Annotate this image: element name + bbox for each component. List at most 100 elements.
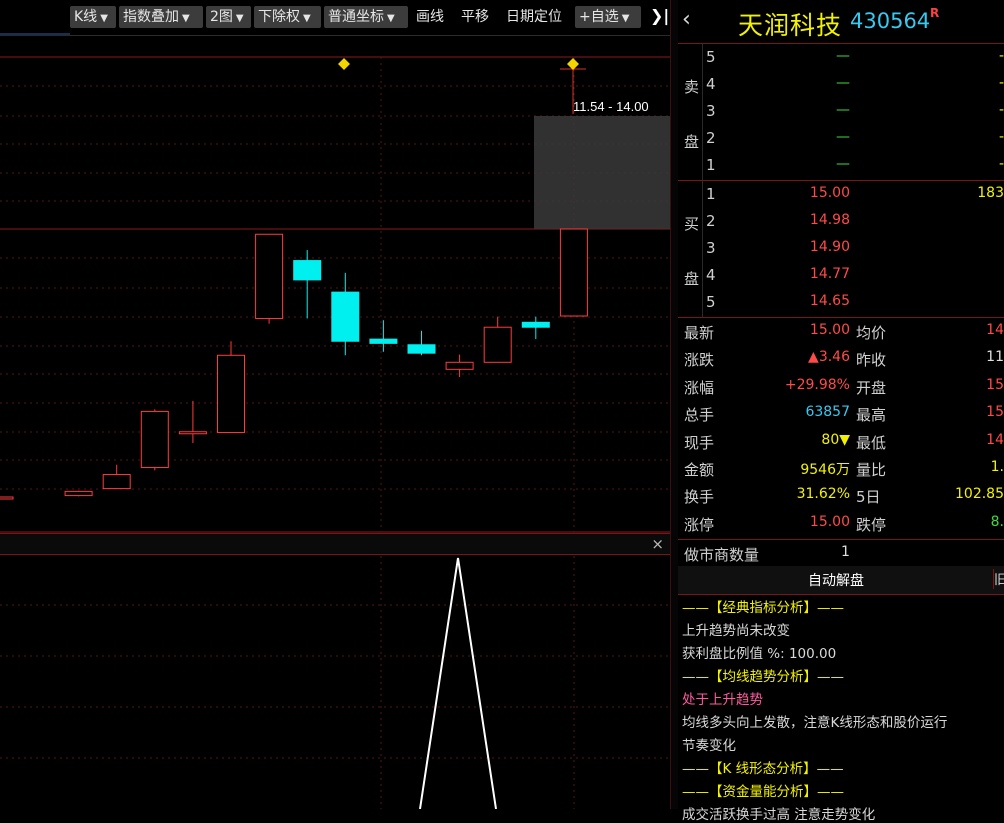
chevron-down-icon: ▼ [621, 13, 630, 24]
quote-label: 均价 [856, 324, 887, 342]
quote-value: 80▼ [821, 431, 850, 448]
quote-value: 14 [986, 431, 1004, 448]
coord-dropdown[interactable]: 普通坐标 ▼ [324, 6, 408, 28]
analysis-line: 均线多头向上发散，注意K线形态和股价运行 [682, 715, 948, 731]
bid-level: 3 [706, 239, 716, 257]
kline-chart[interactable]: 11.54 - 14.00 [0, 36, 670, 533]
quote-value: 14 [986, 322, 1004, 338]
analysis-line: 节奏变化 [682, 738, 736, 754]
buy-orderbook: 买 盘 1 15.00 183 2 14.98 3 14.90 4 14.77 5 14.65 [678, 181, 1004, 318]
kline-label: K线 [74, 9, 98, 25]
watchlist-dropdown[interactable]: +自选 ▼ [575, 6, 641, 28]
ask-price[interactable]: — [780, 156, 850, 172]
divider [702, 44, 703, 180]
coord-label: 普通坐标 [328, 9, 384, 25]
stock-title-bar: ‹ 天润科技 430564 R [678, 0, 1004, 44]
chevron-down-icon: ▼ [235, 13, 244, 24]
bid-price[interactable]: 14.90 [780, 239, 850, 255]
candle-body [369, 338, 398, 344]
ask-price[interactable]: — [780, 129, 850, 145]
chart-count-dropdown[interactable]: 2图 ▼ [206, 6, 251, 28]
quote-value: 102.85 [955, 486, 1004, 503]
event-marker-icon[interactable] [567, 58, 579, 70]
quote-label: 涨跌 [684, 351, 715, 370]
index-overlay-dropdown[interactable]: 指数叠加 ▼ [119, 6, 203, 28]
candle-body [407, 344, 436, 354]
collapse-panel-icon[interactable]: ❯| [650, 6, 669, 25]
analysis-line: ——【均线趋势分析】—— [682, 669, 844, 685]
ask-price[interactable]: — [780, 48, 850, 64]
bid-price[interactable]: 14.77 [780, 266, 850, 282]
quote-value: 15.00 [809, 322, 850, 338]
sell-side-label: 盘 [684, 133, 700, 151]
kline-period-dropdown[interactable]: K线 ▼ [70, 6, 116, 28]
candle-body [217, 354, 245, 433]
quote-panel: ‹ 天润科技 430564 R 卖 盘 5 — - 4 — - 3 — - 2 — - 1 — - 买 盘 … [678, 0, 1004, 823]
quote-value: 11 [986, 349, 1004, 366]
ask-level: 2 [706, 129, 716, 147]
draw-line-button[interactable]: 画线 [416, 6, 444, 28]
ask-level: 4 [706, 75, 716, 93]
candle-body [255, 233, 284, 319]
watchlist-label: +自选 [579, 9, 619, 25]
divider [702, 181, 703, 317]
analysis-line: ——【K 线形态分析】—— [682, 761, 844, 777]
event-marker-icon[interactable] [338, 58, 350, 70]
market-maker-label: 做市商数量 [684, 546, 760, 564]
bid-level: 1 [706, 185, 716, 203]
index-overlay-label: 指数叠加 [123, 9, 179, 25]
analysis-line: ——【资金量能分析】—— [682, 784, 844, 800]
quote-label: 涨停 [684, 515, 715, 534]
quote-stats: 最新 15.00 均价 14 涨跌 ▲3.46 昨收 11 涨幅 +29.98% 开盘 15 总手 638… [678, 318, 1004, 539]
analysis-line: 处于上升趋势 [682, 692, 763, 708]
chevron-down-icon: ▼ [387, 13, 395, 24]
quote-value: 63857 [805, 404, 850, 421]
analysis-line: ——【经典指标分析】—— [682, 600, 844, 616]
sell-orderbook: 卖 盘 5 — - 4 — - 3 — - 2 — - 1 — - [678, 44, 1004, 181]
quote-label: 开盘 [856, 378, 887, 397]
analysis-line: 成交活跃换手过高 注意走势变化 [682, 807, 876, 823]
quote-value: 9546万 [800, 462, 850, 478]
quote-label: 涨幅 [684, 378, 715, 397]
candlestick-series [0, 228, 588, 500]
quote-label: 最高 [856, 406, 887, 425]
ask-price[interactable]: — [780, 75, 850, 91]
ask-level: 1 [706, 156, 716, 174]
tab-side-label: 旧 [994, 573, 1004, 588]
ask-price[interactable]: — [780, 102, 850, 118]
analysis-line: 获利盘比例值 %: 100.00 [682, 646, 837, 662]
tab-side[interactable]: 旧 [993, 569, 1004, 589]
quote-label: 现手 [684, 433, 715, 452]
auto-analysis-tab[interactable]: 自动解盘 旧 [678, 566, 1004, 595]
bid-price[interactable]: 14.98 [780, 212, 850, 228]
quote-value: +29.98% [784, 376, 850, 393]
candle-body [140, 410, 169, 469]
stock-flag-badge: R [930, 6, 940, 20]
bid-price[interactable]: 14.65 [780, 293, 850, 309]
quote-label: 量比 [856, 461, 887, 479]
buy-side-label: 盘 [684, 270, 700, 288]
quote-value: 15 [986, 376, 1004, 393]
bid-level: 4 [706, 266, 716, 284]
adjust-dropdown[interactable]: 下除权 ▼ [254, 6, 321, 28]
stock-name: 天润科技 [738, 11, 843, 40]
chart-toolbar: K线 ▼ 指数叠加 ▼ 2图 ▼ 下除权 ▼ 普通坐标 ▼ 画线 平移 日期定位 +自选 ▼… [0, 0, 670, 36]
pan-button[interactable]: 平移 [461, 6, 489, 28]
candle-body [64, 490, 93, 497]
date-locate-button[interactable]: 日期定位 [506, 6, 562, 28]
kline-svg: 11.54 - 14.00 [0, 56, 670, 533]
close-icon[interactable]: × [651, 534, 664, 554]
indicator-chart[interactable] [0, 556, 670, 810]
ask-volume: - [998, 48, 1004, 64]
chevron-down-icon: ▼ [303, 13, 311, 24]
back-arrow-icon[interactable]: ‹ [682, 7, 691, 32]
ask-volume: - [998, 102, 1004, 118]
quote-label: 最低 [856, 433, 887, 452]
sub-chart-header: × [0, 533, 670, 555]
toolbar-accent-bar [0, 33, 70, 35]
quote-value: 1. [990, 459, 1004, 475]
ask-volume: - [998, 75, 1004, 91]
quote-label: 5日 [856, 488, 881, 507]
bid-price[interactable]: 15.00 [780, 185, 850, 201]
quote-value: 15.00 [809, 513, 850, 530]
